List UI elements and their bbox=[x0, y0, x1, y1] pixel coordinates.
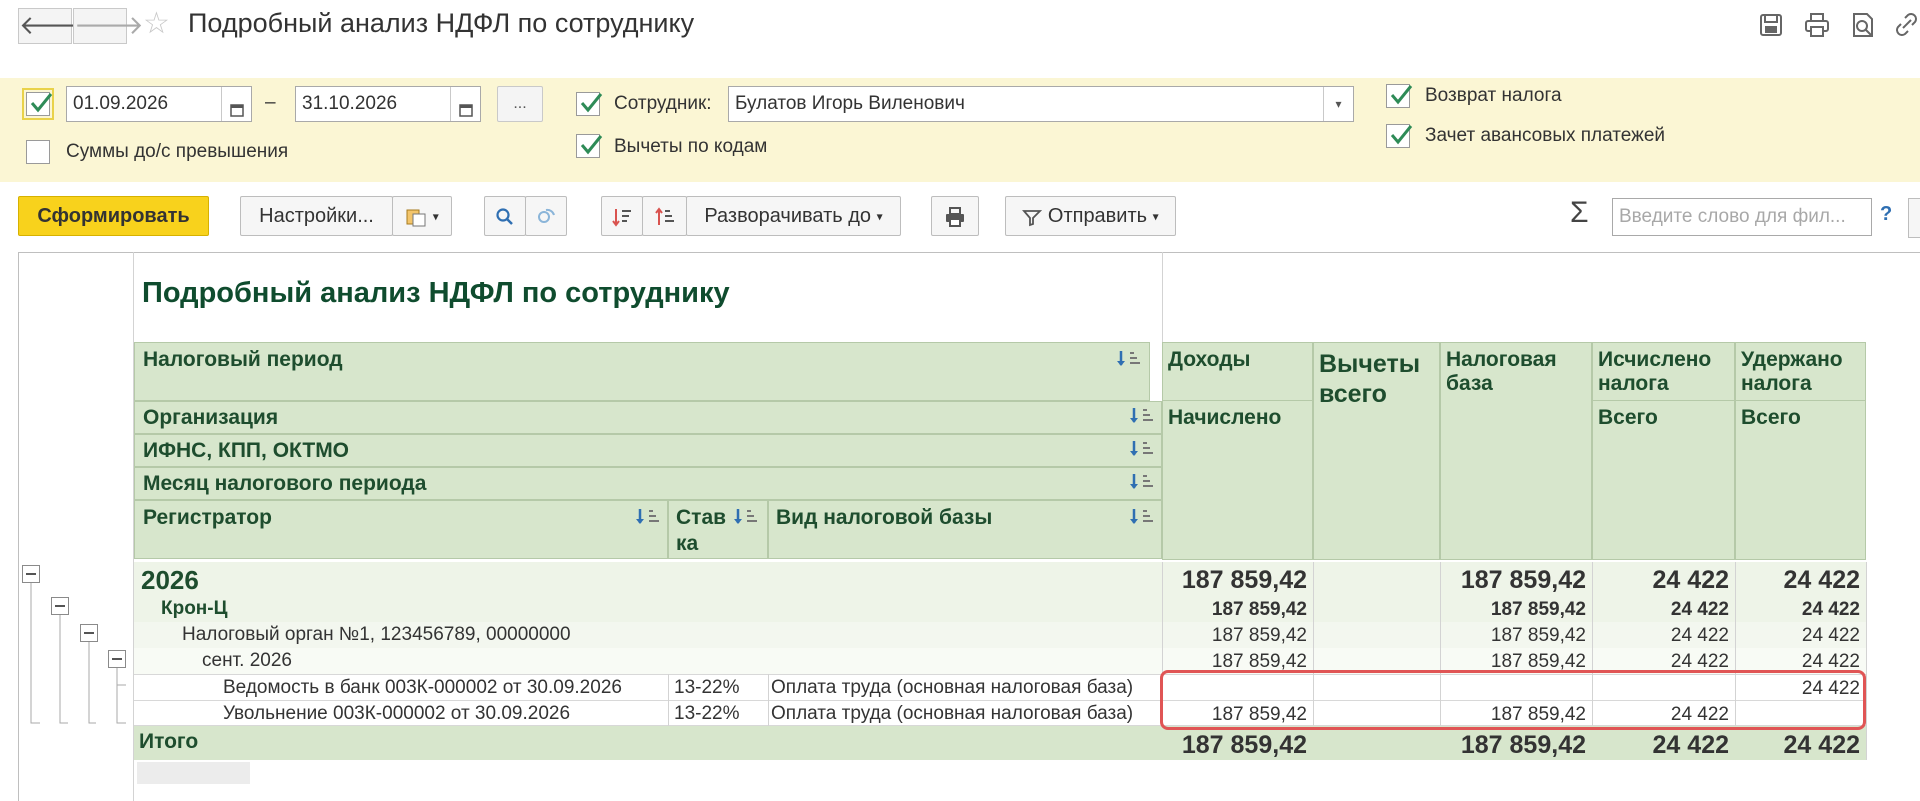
save-icon[interactable] bbox=[1756, 10, 1786, 40]
date-to-input[interactable]: 31.10.2026 bbox=[295, 86, 481, 122]
sort-icon[interactable] bbox=[1128, 405, 1156, 429]
collapse-toggle-org[interactable] bbox=[51, 597, 69, 615]
more-button[interactable] bbox=[1908, 198, 1920, 238]
link-icon[interactable] bbox=[1893, 10, 1920, 40]
report-grid-line bbox=[668, 674, 669, 726]
sort-descending-icon bbox=[612, 208, 631, 227]
generate-button[interactable]: Сформировать bbox=[18, 196, 209, 236]
table-row-total[interactable]: Итого 187 859,42 187 859,42 24 422 24 42… bbox=[134, 726, 1866, 760]
find-next-button[interactable] bbox=[525, 196, 567, 236]
date-from-input[interactable]: 01.09.2026 bbox=[66, 86, 252, 122]
expand-to-button[interactable]: Разворачивать до ▾ bbox=[686, 196, 901, 236]
calendar-icon[interactable] bbox=[221, 87, 251, 121]
header-deductions[interactable]: Вычеты всего bbox=[1313, 342, 1440, 560]
table-row-ifns[interactable]: Налоговый орган №1, 123456789, 00000000 … bbox=[134, 622, 1866, 648]
sort-icon[interactable] bbox=[634, 506, 662, 530]
find-button[interactable] bbox=[484, 196, 526, 236]
checkmark-icon bbox=[1390, 125, 1413, 145]
back-button[interactable]: 🡐 bbox=[18, 8, 89, 44]
search-input[interactable]: Введите слово для фил... bbox=[1612, 198, 1872, 236]
tree-lines bbox=[30, 580, 126, 724]
table-row-organization[interactable]: Крон-Ц 187 859,42 187 859,42 24 422 24 4… bbox=[134, 596, 1866, 622]
chevron-down-icon[interactable]: ▾ bbox=[1323, 87, 1353, 121]
period-select-button[interactable]: ... bbox=[497, 86, 543, 122]
sort-asc-button[interactable] bbox=[642, 196, 687, 236]
checkmark-icon bbox=[580, 93, 603, 113]
advance-label: Зачет авансовых платежей bbox=[1425, 125, 1666, 146]
header-organization[interactable]: Организация bbox=[134, 401, 1162, 434]
header-ifns[interactable]: ИФНС, КПП, ОКТМО bbox=[134, 434, 1162, 467]
print-button[interactable] bbox=[931, 196, 979, 236]
calendar-icon[interactable] bbox=[450, 87, 480, 121]
report-grid-line bbox=[768, 674, 769, 726]
settings-button[interactable]: Настройки... bbox=[240, 196, 393, 236]
date-separator: – bbox=[265, 92, 276, 113]
deductions-checkbox[interactable] bbox=[576, 134, 603, 158]
report-variant-icon bbox=[406, 209, 426, 227]
header-calculated[interactable]: Исчислено налога Всего bbox=[1592, 342, 1735, 560]
checkmark-icon bbox=[1390, 85, 1413, 105]
sort-icon[interactable] bbox=[1128, 506, 1156, 530]
help-icon[interactable]: ? bbox=[1880, 203, 1892, 226]
send-button[interactable]: Отправить ▾ bbox=[1005, 196, 1176, 236]
sigma-icon[interactable]: Σ bbox=[1570, 196, 1589, 230]
amounts-checkbox[interactable] bbox=[26, 140, 50, 164]
print-icon[interactable] bbox=[1802, 10, 1832, 40]
header-month[interactable]: Месяц налогового периода bbox=[134, 467, 1162, 500]
report-grid-line bbox=[1866, 562, 1867, 760]
refund-checkbox[interactable] bbox=[1386, 84, 1413, 108]
variants-button[interactable]: ▾ bbox=[392, 196, 452, 236]
sort-icon[interactable] bbox=[1128, 438, 1156, 462]
refund-label: Возврат налога bbox=[1425, 85, 1562, 106]
search-next-icon bbox=[538, 208, 555, 223]
highlight-annotation-box bbox=[1160, 670, 1866, 730]
period-checkbox[interactable] bbox=[22, 88, 54, 120]
sort-ascending-icon bbox=[654, 207, 674, 225]
send-icon bbox=[1022, 209, 1043, 226]
advance-checkbox[interactable] bbox=[1386, 124, 1413, 148]
preview-icon[interactable] bbox=[1848, 10, 1878, 40]
employee-label: Сотрудник: bbox=[614, 93, 712, 114]
table-row-year[interactable]: 2026 187 859,42 187 859,42 24 422 24 422 bbox=[134, 562, 1866, 596]
arrow-right-icon: 🡒 bbox=[74, 10, 144, 40]
sort-icon[interactable] bbox=[1128, 471, 1156, 495]
header-withheld[interactable]: Удержано налога Всего bbox=[1735, 342, 1866, 560]
header-tax-period[interactable]: Налоговый период bbox=[134, 342, 1150, 401]
sort-desc-button[interactable] bbox=[601, 196, 643, 236]
search-icon bbox=[496, 208, 513, 225]
deductions-label: Вычеты по кодам bbox=[614, 136, 768, 157]
header-base-type[interactable]: Вид налоговой базы bbox=[768, 500, 1162, 559]
collapse-toggle-year[interactable] bbox=[22, 565, 40, 583]
amounts-label: Суммы до/с превышения bbox=[66, 141, 289, 162]
collapse-toggle-month[interactable] bbox=[108, 650, 126, 668]
employee-checkbox[interactable] bbox=[576, 92, 603, 116]
forward-button[interactable]: 🡒 bbox=[73, 8, 144, 44]
header-income[interactable]: Доходы Начислено bbox=[1162, 342, 1313, 560]
print-icon bbox=[946, 206, 964, 227]
collapse-toggle-ifns[interactable] bbox=[80, 624, 98, 642]
header-tax-base[interactable]: Налоговая база bbox=[1440, 342, 1592, 560]
header-registrar[interactable]: Регистратор bbox=[134, 500, 668, 559]
page-title: Подробный анализ НДФЛ по сотруднику bbox=[188, 8, 695, 38]
checkmark-icon bbox=[30, 93, 53, 113]
checkmark-icon bbox=[580, 135, 603, 155]
report-title: Подробный анализ НДФЛ по сотруднику bbox=[142, 277, 730, 309]
filter-panel: 01.09.2026 – 31.10.2026 ... Сотрудник: Б… bbox=[0, 78, 1920, 182]
employee-select[interactable]: Булатов Игорь Виленович ▾ bbox=[728, 86, 1354, 122]
sort-icon[interactable] bbox=[1115, 348, 1143, 372]
sort-icon[interactable] bbox=[732, 506, 760, 530]
favorite-star-icon[interactable]: ☆ bbox=[143, 6, 170, 41]
blurred-footer-block bbox=[137, 762, 250, 784]
